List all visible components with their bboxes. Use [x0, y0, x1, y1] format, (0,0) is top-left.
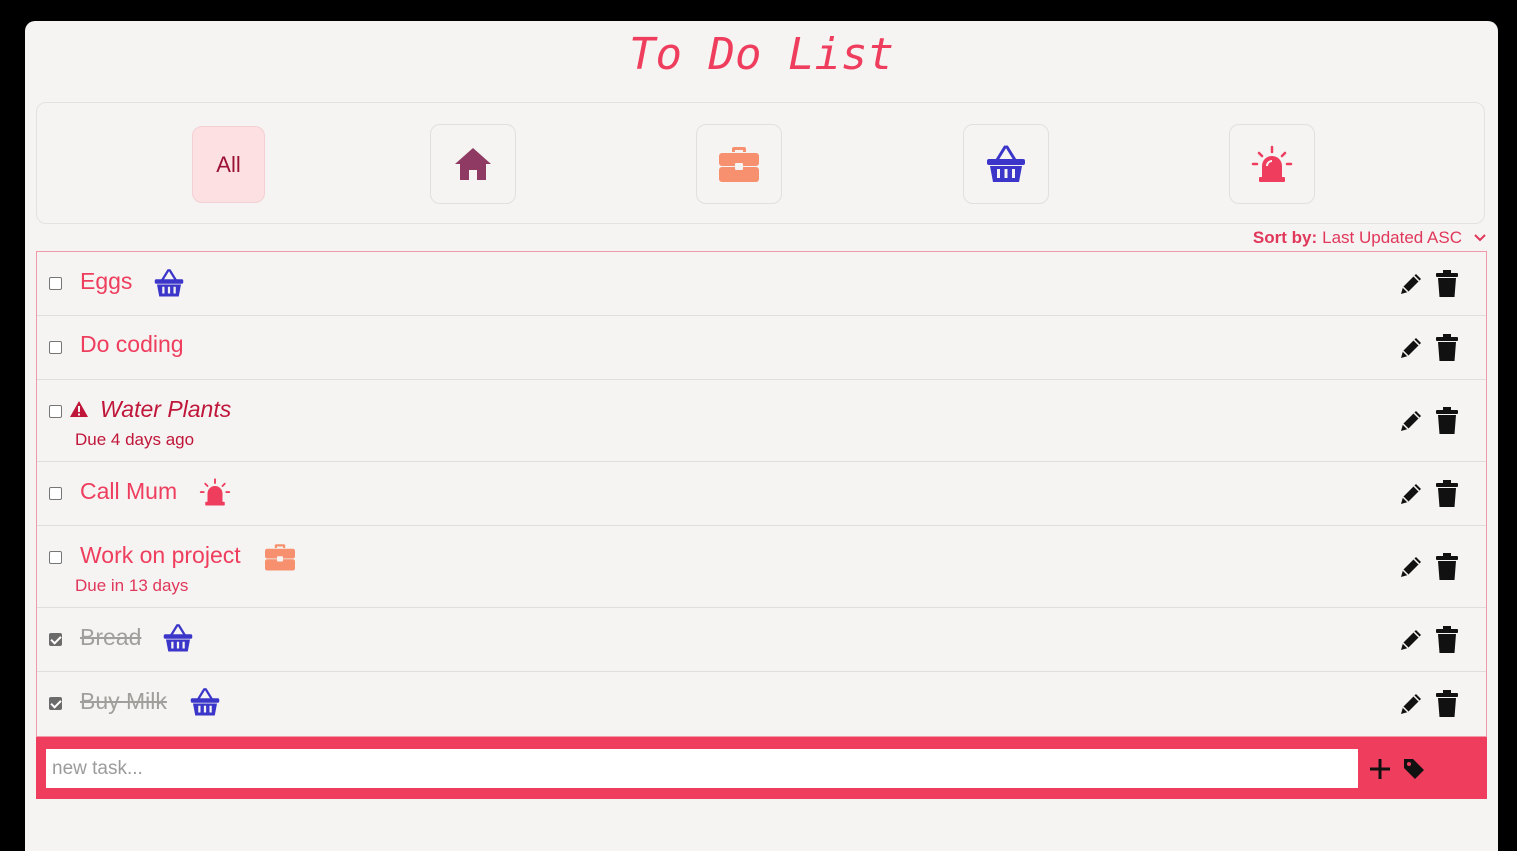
task-row: Work on project Due in 13 days [37, 526, 1486, 608]
task-checkbox[interactable] [49, 551, 62, 564]
task-row: Water Plants Due 4 days ago [37, 380, 1486, 462]
filter-all-label: All [216, 151, 241, 177]
due-label: Due in 13 days [75, 576, 189, 595]
task-text[interactable]: Do coding [80, 331, 184, 358]
delete-icon[interactable] [1435, 334, 1459, 362]
tag-icon[interactable] [1402, 757, 1426, 781]
new-task-bar [36, 737, 1487, 799]
task-checkbox[interactable] [49, 405, 62, 418]
task-checkbox[interactable] [49, 277, 62, 290]
task-checkbox[interactable] [49, 633, 62, 646]
due-label: Due 4 days ago [75, 430, 195, 449]
briefcase-icon [719, 147, 759, 182]
basket-icon [190, 688, 220, 716]
edit-icon[interactable] [1397, 480, 1425, 508]
filter-urgent-button[interactable] [1229, 124, 1315, 204]
edit-icon[interactable] [1397, 690, 1425, 718]
filter-work-button[interactable] [696, 124, 782, 204]
task-text[interactable]: Water Plants [100, 396, 231, 423]
chevron-down-icon [1474, 234, 1486, 242]
delete-icon[interactable] [1435, 553, 1459, 581]
task-row: Eggs [37, 252, 1486, 316]
category-filter-bar: All [36, 102, 1485, 224]
delete-icon[interactable] [1435, 407, 1459, 435]
delete-icon[interactable] [1435, 690, 1459, 718]
task-checkbox[interactable] [49, 697, 62, 710]
task-text[interactable]: Buy Milk [80, 688, 167, 715]
basket-icon [154, 269, 184, 297]
edit-icon[interactable] [1397, 407, 1425, 435]
task-checkbox[interactable] [49, 341, 62, 354]
task-text[interactable]: Bread [80, 624, 141, 651]
warning-icon [70, 401, 88, 417]
page-title: To Do List [629, 29, 894, 80]
alarm-icon [1251, 145, 1293, 182]
edit-icon[interactable] [1397, 626, 1425, 654]
sort-label: Sort by: [1252, 228, 1318, 247]
briefcase-icon [265, 544, 295, 571]
task-row: Bread [37, 608, 1486, 672]
new-task-input[interactable] [46, 749, 1358, 788]
basket-icon [987, 145, 1025, 182]
filter-all-button[interactable]: All [192, 126, 265, 203]
edit-icon[interactable] [1397, 334, 1425, 362]
sort-select[interactable]: Sort by: Last Updated ASC [1253, 228, 1486, 248]
filter-shopping-button[interactable] [963, 124, 1049, 204]
edit-icon[interactable] [1397, 553, 1425, 581]
alarm-icon [199, 478, 231, 506]
task-text[interactable]: Eggs [80, 268, 132, 295]
add-icon[interactable] [1369, 758, 1391, 780]
todo-app: To Do List All Sort by: Last Updated ASC… [25, 21, 1498, 851]
task-row: Buy Milk [37, 672, 1486, 736]
sort-value: Last Updated ASC [1322, 228, 1462, 247]
task-text[interactable]: Call Mum [80, 478, 177, 505]
filter-home-button[interactable] [430, 124, 516, 204]
delete-icon[interactable] [1435, 270, 1459, 298]
task-list: Eggs Do coding Water Plants Due 4 days a… [36, 251, 1487, 737]
task-row: Call Mum [37, 462, 1486, 526]
task-checkbox[interactable] [49, 487, 62, 500]
delete-icon[interactable] [1435, 626, 1459, 654]
home-icon [455, 148, 491, 180]
task-text[interactable]: Work on project [80, 542, 241, 569]
task-row: Do coding [37, 316, 1486, 380]
delete-icon[interactable] [1435, 480, 1459, 508]
basket-icon [163, 624, 193, 652]
edit-icon[interactable] [1397, 270, 1425, 298]
